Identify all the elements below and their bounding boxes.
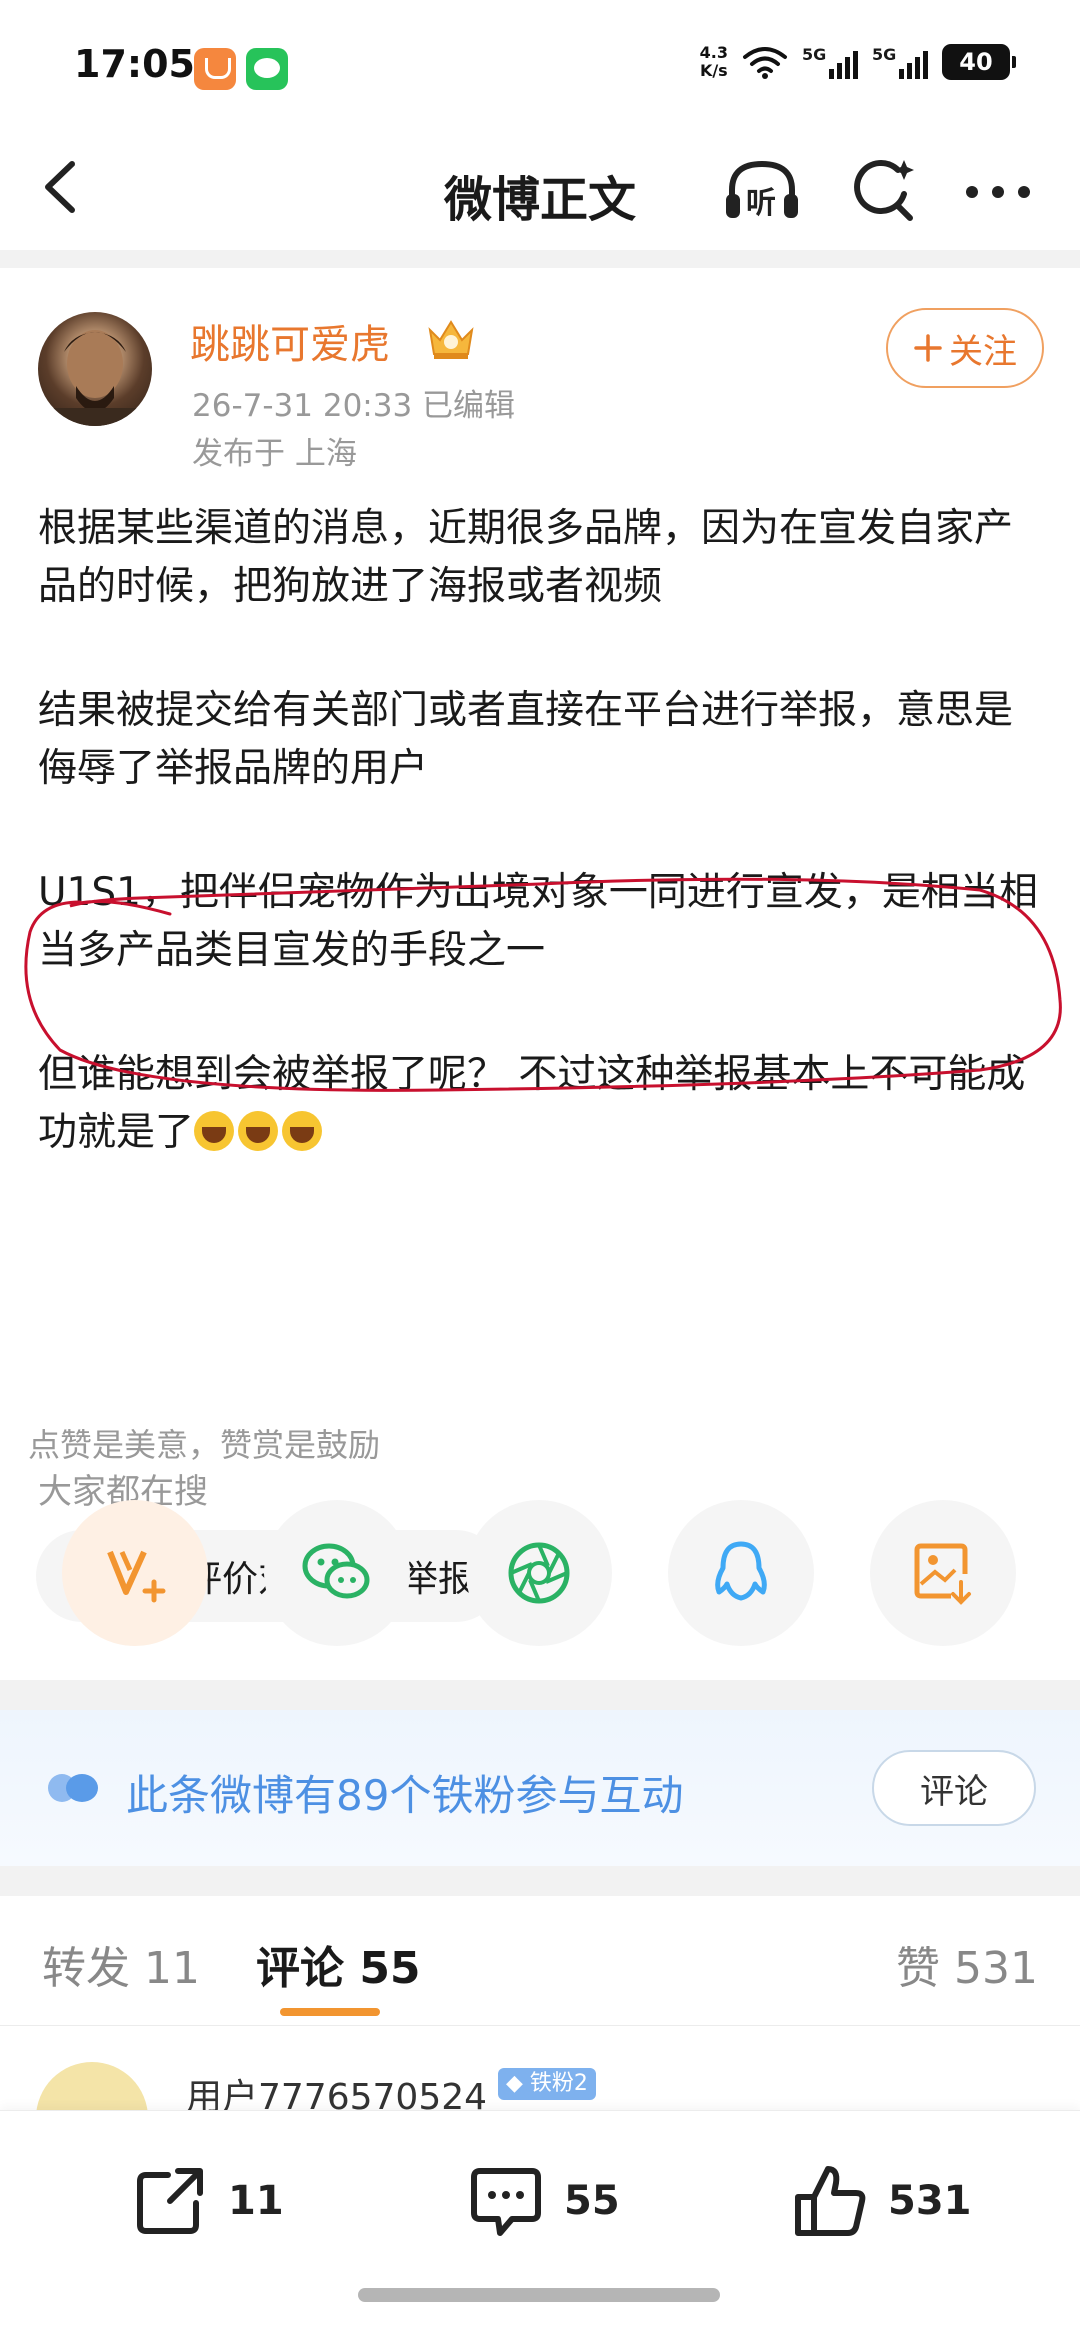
follow-label: 关注: [949, 331, 1017, 372]
tab-repost[interactable]: 转发 11: [42, 1932, 200, 1996]
status-time: 17:05: [74, 42, 195, 86]
search-button[interactable]: [846, 150, 918, 230]
plus-icon: [914, 334, 942, 362]
interaction-tabs: 转发 11 评论 55 赞 531: [0, 1896, 1080, 2026]
home-indicator[interactable]: [358, 2288, 720, 2302]
comment-count: 55: [564, 2178, 620, 2224]
listen-button[interactable]: 听: [720, 150, 804, 230]
like-count: 531: [888, 2178, 972, 2224]
status-indicators: 4.3 K/s 5G 5G 40: [700, 44, 1016, 80]
crying-emoji-icon: [282, 1111, 323, 1151]
fans-bubble-icon: [48, 1774, 98, 1802]
active-tab-indicator: [280, 2008, 380, 2016]
fans-comment-button[interactable]: 评论: [872, 1750, 1036, 1826]
repost-share-icon: [137, 2168, 203, 2234]
author-avatar[interactable]: [38, 312, 152, 426]
wechat-notification-icon: [246, 48, 288, 90]
author-name[interactable]: 跳跳可爱虎: [190, 312, 390, 370]
fans-interaction-banner[interactable]: 此条微博有89个铁粉参与互动 评论: [0, 1710, 1080, 1866]
comment-item[interactable]: 用户7776570524 ◆ 铁粉2: [0, 2026, 1080, 2110]
comment-button[interactable]: 55: [466, 2151, 620, 2251]
repost-count: 11: [228, 2178, 284, 2224]
thumbs-up-icon: [795, 2166, 866, 2236]
post-timestamp: 26-7-31 20:33 已编辑: [192, 388, 516, 424]
post-paragraph: U1S1，把伴侣宠物作为出境对象一同进行宣发，是相当相当多产品类目宣发的手段之一: [38, 870, 1038, 973]
share-row: [62, 1500, 1022, 1646]
avatar-portrait: [38, 330, 152, 426]
app-notification-icon: [194, 48, 236, 90]
network-speed-value: 4.3: [699, 43, 728, 62]
save-image-button[interactable]: [870, 1500, 1016, 1646]
page-title: 微博正文: [443, 172, 636, 228]
diamond-icon: ◆: [506, 2071, 523, 2096]
listen-label: 听: [746, 186, 776, 221]
status-bar: 17:05 4.3 K/s 5G 5G 40: [0, 0, 1080, 130]
moments-aperture-icon: [508, 1542, 570, 1604]
network-speed: 4.3 K/s: [700, 44, 728, 80]
fan-level-badge: ◆ 铁粉2: [498, 2068, 596, 2100]
wifi-icon: [743, 47, 787, 79]
section-divider: [0, 1680, 1080, 1710]
comment-bubble-icon: [471, 2168, 541, 2236]
share-qq-button[interactable]: [668, 1500, 814, 1646]
share-wechat-button[interactable]: [264, 1500, 410, 1646]
qq-penguin-icon: [715, 1541, 767, 1601]
crying-emoji-icon: [238, 1111, 279, 1151]
crown-badge-icon: [428, 320, 474, 359]
reward-v-plus-icon: [107, 1550, 166, 1603]
cell-signal-2-label: 5G: [872, 45, 897, 64]
battery-indicator: 40: [942, 44, 1016, 80]
search-sparkle-icon: [854, 160, 914, 221]
post-paragraph: 根据某些渠道的消息，近期很多品牌，因为在宣发自家产品的时候，把狗放进了海报或者视…: [38, 506, 1014, 609]
tab-comment[interactable]: 评论 55: [256, 1932, 421, 1996]
fan-level-text: 铁粉2: [529, 2071, 588, 2096]
tab-like[interactable]: 赞 531: [896, 1932, 1038, 1996]
like-button[interactable]: 531: [790, 2151, 972, 2251]
crying-emoji-icon: [194, 1111, 235, 1151]
save-image-icon: [914, 1543, 971, 1605]
cell-signal-1-label: 5G: [802, 45, 827, 64]
commenter-avatar[interactable]: [36, 2062, 148, 2110]
wechat-icon: [302, 1543, 370, 1599]
share-moments-button[interactable]: [466, 1500, 612, 1646]
network-speed-unit: K/s: [699, 61, 728, 80]
repost-button[interactable]: 11: [130, 2151, 284, 2251]
post-paragraph-text: 但谁能想到会被举报了呢？ 不过这种举报基本上不可能成功就是了: [38, 1052, 1026, 1155]
follow-button[interactable]: 关注: [886, 308, 1044, 388]
cell-signal-2-icon: 5G: [872, 45, 928, 79]
reward-tip: 点赞是美意，赞赏是鼓励: [28, 1426, 381, 1464]
more-horizontal-icon: [966, 186, 1030, 198]
post-paragraph: 结果被提交给有关部门或者直接在平台进行举报，意思是侮辱了举报品牌的用户: [38, 688, 1014, 791]
post-location: 发布于 上海: [192, 436, 357, 472]
fans-interaction-text: 此条微博有89个铁粉参与互动: [126, 1771, 684, 1820]
top-nav-bar: 微博正文 听: [0, 130, 1080, 250]
section-divider: [0, 250, 1080, 268]
reward-button[interactable]: [62, 1500, 208, 1646]
cell-signal-1-icon: 5G: [802, 45, 858, 79]
commenter-name[interactable]: 用户7776570524: [186, 2068, 487, 2110]
more-options-button[interactable]: [958, 150, 1038, 230]
section-divider: [0, 1866, 1080, 1896]
post-paragraph-last: 但谁能想到会被举报了呢？ 不过这种举报基本上不可能成功就是了: [38, 1046, 1048, 1162]
bottom-action-bar: 11 55 531: [0, 2110, 1080, 2337]
